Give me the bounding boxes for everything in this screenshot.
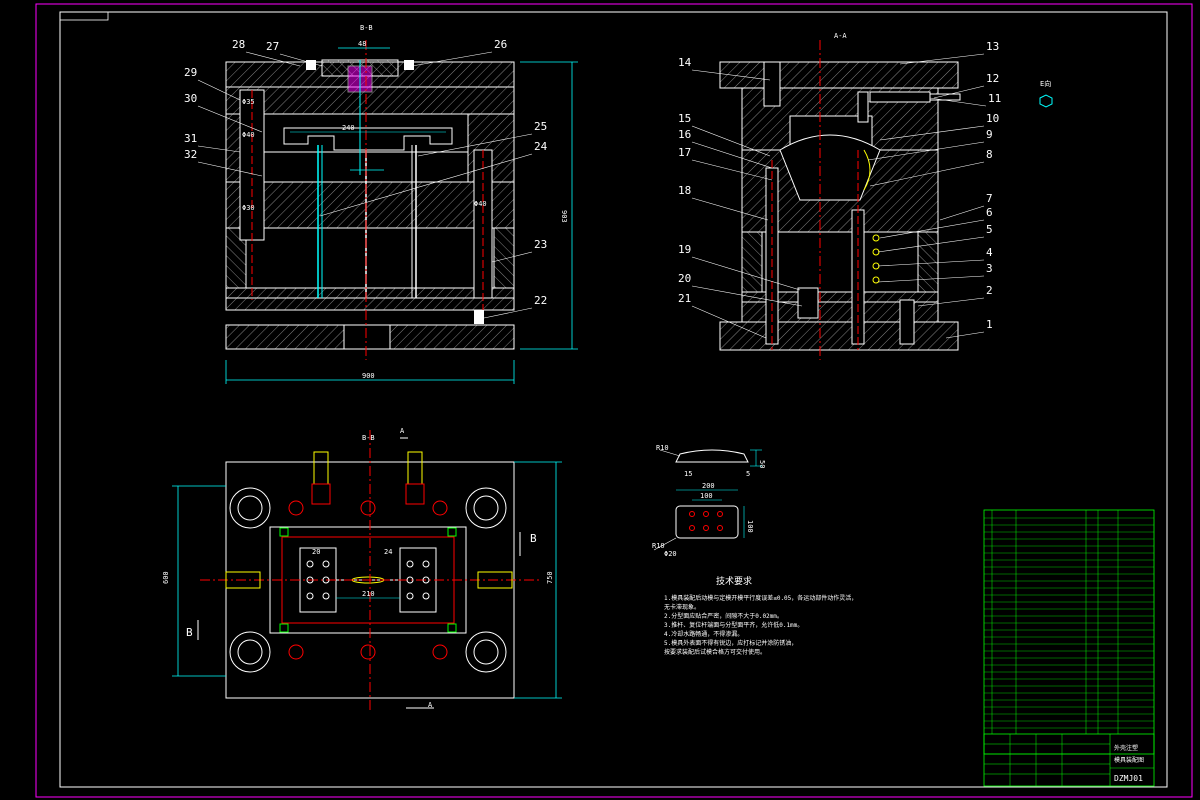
tech-req-line: 无卡滞现象。 [664, 603, 700, 611]
callout-label-6: 6 [986, 206, 993, 219]
callout-leader [939, 205, 985, 221]
callout-label-31: 31 [184, 132, 197, 145]
drawing-canvas: B-B 900 903 Φ35 Φ40 Φ30 240 48 Φ40 28 27 2… [35, 3, 1193, 798]
part-w: 5 [746, 470, 750, 478]
callout-label-3: 3 [986, 262, 993, 275]
plan-mark-left: B [186, 626, 193, 639]
left-small-dim: 48 [358, 40, 366, 48]
left-section-view [225, 40, 578, 384]
left-height-dim: 903 [560, 210, 568, 223]
part-r-bot: R10 [652, 542, 665, 550]
callout-label-15: 15 [678, 112, 691, 125]
tech-req-lines: 1.模具装配后动模与定模开模平行度误差≤0.05，各运动部件动作灵活， 无卡滞现… [664, 594, 857, 656]
left-hole-a-dim: Φ35 [242, 98, 255, 106]
drawing-frame [35, 3, 1193, 798]
part-phi: Φ20 [664, 550, 677, 558]
left-span-dim: 240 [342, 124, 355, 132]
tech-req-title: 技术要求 [716, 575, 752, 587]
plan-mark-top: A [400, 427, 405, 435]
plan-span-dim: 210 [362, 590, 375, 598]
callout-label-10: 10 [986, 112, 999, 125]
callout-label-29: 29 [184, 66, 197, 79]
callout-label-23: 23 [534, 238, 547, 251]
detail-view-label: E向 [1040, 79, 1051, 88]
left-hole-c-dim: Φ30 [242, 204, 255, 212]
callout-label-32: 32 [184, 148, 197, 161]
plan-view-section-label: B-B [362, 434, 375, 442]
part-w-inner: 100 [700, 492, 713, 500]
callout-label-30: 30 [184, 92, 197, 105]
part-w-total: 200 [702, 482, 715, 490]
part-height: 50 [758, 460, 766, 468]
plan-c2-dim: 24 [384, 548, 392, 556]
left-hole-b-dim: Φ40 [242, 131, 255, 139]
callout-label-8: 8 [986, 148, 993, 161]
callout-label-13: 13 [986, 40, 999, 53]
callout-label-7: 7 [986, 192, 993, 205]
part-detail [653, 449, 762, 551]
right-section-view [719, 40, 1053, 360]
callout-label-28: 28 [232, 38, 245, 51]
plan-c1-dim: 20 [312, 548, 320, 556]
callout-label-24: 24 [534, 140, 548, 153]
tech-req-line: 4.冷却水路畅通，不得渗漏。 [664, 630, 743, 638]
tech-req-line: 2.分型面应贴合严密，间隙不大于0.02mm。 [664, 612, 783, 620]
callout-label-25: 25 [534, 120, 547, 133]
callout-label-20: 20 [678, 272, 691, 285]
callout-label-16: 16 [678, 128, 691, 141]
tech-req-line: 5.模具外表面不得有锐边，应打标记并涂防锈油， [664, 639, 797, 647]
callout-label-11: 11 [988, 92, 1001, 105]
part-r-top: R10 [656, 444, 669, 452]
callout-label-18: 18 [678, 184, 691, 197]
bom-table [983, 509, 1155, 755]
left-width-dim: 900 [362, 372, 375, 380]
part-h2: 15 [684, 470, 692, 478]
callout-label-21: 21 [678, 292, 691, 305]
tech-req-line: 3.推杆、复位杆端面与分型面平齐，允许低0.1mm。 [664, 621, 803, 629]
title-name-line1: 外壳注塑 [1114, 744, 1138, 752]
left-view-section-label: B-B [360, 24, 373, 32]
part-h-total: 100 [746, 520, 754, 533]
callout-label-5: 5 [986, 223, 993, 236]
plan-mark-right: B [530, 532, 537, 545]
plan-height-dim: 750 [546, 571, 554, 584]
callout-label-27: 27 [266, 40, 279, 53]
callout-label-22: 22 [534, 294, 547, 307]
title-name-line2: 模具装配图 [1114, 756, 1144, 764]
callout-label-4: 4 [986, 246, 993, 259]
tech-req-line: 1.模具装配后动模与定模开模平行度误差≤0.05，各运动部件动作灵活， [664, 594, 857, 602]
tech-req-line: 按要求装配后试模合格方可交付使用。 [664, 648, 766, 656]
callout-label-26: 26 [494, 38, 507, 51]
callout-label-19: 19 [678, 243, 691, 256]
callout-label-1: 1 [986, 318, 993, 331]
right-view-section-label: A-A [834, 32, 847, 40]
callout-label-9: 9 [986, 128, 993, 141]
callout-label-17: 17 [678, 146, 691, 159]
left-guide-dim: Φ40 [474, 200, 487, 208]
drawing-number: DZMJ01 [1114, 774, 1143, 783]
callout-label-12: 12 [986, 72, 999, 85]
plan-width-dim: 600 [162, 571, 170, 584]
callout-label-14: 14 [678, 56, 692, 69]
callout-label-2: 2 [986, 284, 993, 297]
plan-view [172, 430, 562, 712]
